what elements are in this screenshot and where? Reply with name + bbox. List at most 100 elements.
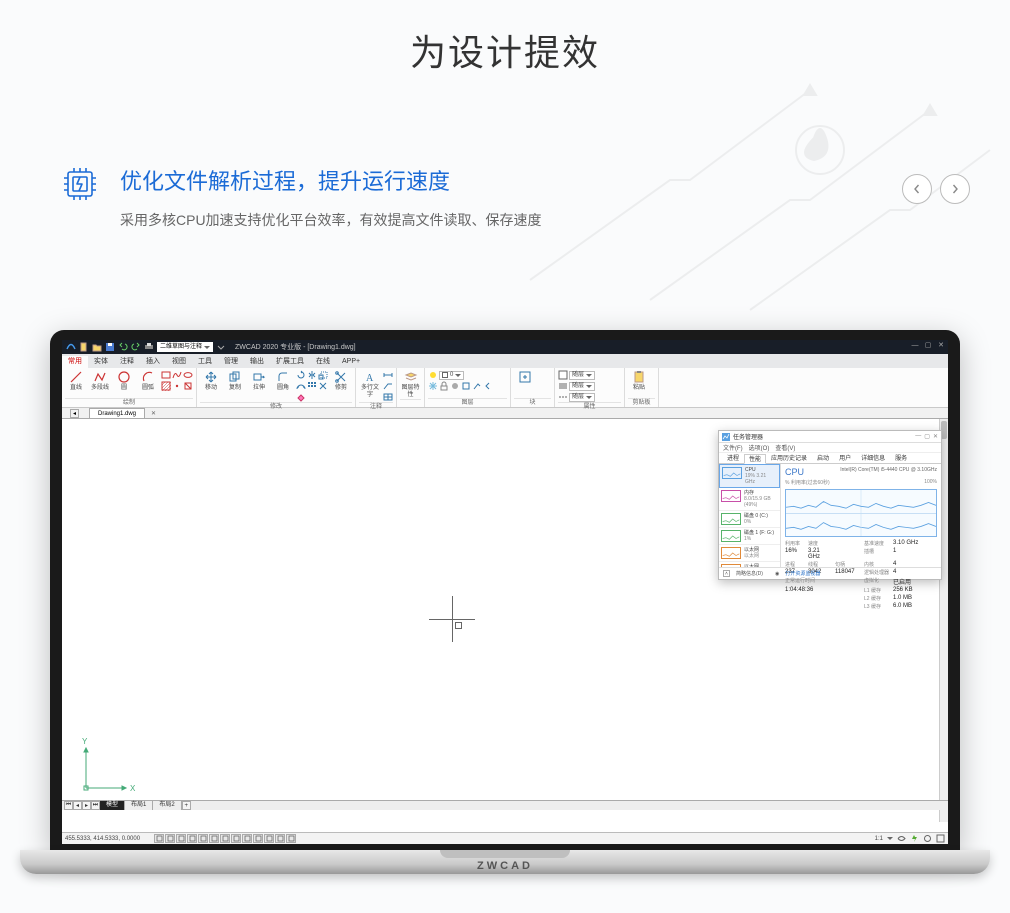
tool-layer-properties[interactable]: 图层特性 bbox=[400, 370, 421, 399]
tm-close-button[interactable]: ✕ bbox=[933, 433, 938, 440]
ribbon-tab[interactable]: 管理 bbox=[218, 356, 244, 368]
tab-nav-prev[interactable]: ◂ bbox=[73, 801, 82, 810]
model-tab[interactable]: 模型 bbox=[100, 801, 125, 810]
leader-icon[interactable] bbox=[383, 381, 393, 391]
status-toggle[interactable] bbox=[165, 834, 175, 843]
tool-region-icon[interactable] bbox=[183, 381, 193, 391]
taskmgr-titlebar[interactable]: 任务管理器 —▢✕ bbox=[719, 431, 941, 443]
tool-offset-icon[interactable] bbox=[296, 381, 306, 391]
ribbon-tab[interactable]: 扩展工具 bbox=[270, 356, 310, 368]
taskmgr-tab[interactable]: 用户 bbox=[834, 453, 856, 463]
redo-icon[interactable] bbox=[131, 342, 141, 352]
layout-tab[interactable]: 布局1 bbox=[125, 801, 153, 810]
status-toggle[interactable] bbox=[286, 834, 296, 843]
tab-nav-first[interactable]: ⏮ bbox=[64, 801, 73, 810]
tool-polyline[interactable]: 多段线 bbox=[89, 370, 111, 392]
anno-scale[interactable]: 1:1 bbox=[875, 836, 883, 842]
tool-mtext[interactable]: A多行文字 bbox=[359, 370, 381, 399]
layer-state-icon[interactable] bbox=[428, 370, 438, 380]
isolate-objects-icon[interactable] bbox=[923, 834, 932, 843]
save-icon[interactable] bbox=[105, 342, 115, 352]
taskmgr-menu-item[interactable]: 选项(O) bbox=[749, 443, 770, 452]
status-toggle[interactable] bbox=[220, 834, 230, 843]
ribbon-tab[interactable]: 输出 bbox=[244, 356, 270, 368]
taskmgr-tab[interactable]: 详细信息 bbox=[856, 453, 890, 463]
tool-ellipse-icon[interactable] bbox=[183, 370, 193, 380]
ribbon-tab[interactable]: 注释 bbox=[114, 356, 140, 368]
tab-nav-last[interactable]: ⏭ bbox=[91, 801, 100, 810]
open-folder-icon[interactable] bbox=[92, 342, 102, 352]
tool-move[interactable]: 移动 bbox=[200, 370, 222, 392]
taskmgr-tab[interactable]: 启动 bbox=[812, 453, 834, 463]
close-button[interactable]: ✕ bbox=[936, 340, 946, 350]
tab-nav-next[interactable]: ▸ bbox=[82, 801, 91, 810]
doc-tab-scroll-icon[interactable]: ◂ bbox=[70, 409, 79, 418]
fewer-details-icon[interactable]: ˄ bbox=[723, 570, 730, 577]
layer-match-icon[interactable] bbox=[472, 381, 482, 391]
ribbon-tab[interactable]: 视图 bbox=[166, 356, 192, 368]
tool-scale-icon[interactable] bbox=[318, 370, 328, 380]
add-layout-tab[interactable]: + bbox=[182, 801, 191, 810]
taskmgr-side-item[interactable]: 内存8.0/15.9 GB (49%) bbox=[719, 488, 780, 511]
tool-line[interactable]: 直线 bbox=[65, 370, 87, 392]
table-icon[interactable] bbox=[383, 392, 393, 402]
task-manager-window[interactable]: 任务管理器 —▢✕ 文件(F)选项(O)查看(V) 进程性能应用历史记录启动用户… bbox=[718, 430, 942, 580]
taskmgr-tab[interactable]: 服务 bbox=[890, 453, 912, 463]
layer-freeze-icon[interactable] bbox=[428, 381, 438, 391]
tm-minimize-button[interactable]: — bbox=[915, 433, 921, 440]
tool-arc[interactable]: 圆弧 bbox=[137, 370, 159, 392]
status-toggle[interactable] bbox=[242, 834, 252, 843]
carousel-prev-button[interactable] bbox=[902, 174, 932, 204]
status-toggle[interactable] bbox=[253, 834, 263, 843]
maximize-button[interactable]: ▢ bbox=[923, 340, 933, 350]
tool-insert-block[interactable] bbox=[514, 370, 536, 384]
taskmgr-side-item[interactable]: 磁盘 0 (C:)0% bbox=[719, 511, 780, 528]
status-toggle[interactable] bbox=[176, 834, 186, 843]
tool-erase-icon[interactable] bbox=[296, 392, 306, 402]
ribbon-tab[interactable]: 实体 bbox=[88, 356, 114, 368]
layer-off-icon[interactable] bbox=[450, 381, 460, 391]
linetype-icon[interactable] bbox=[558, 392, 568, 402]
lineweight-combo[interactable]: 随层 bbox=[569, 382, 595, 391]
status-toggle[interactable] bbox=[154, 834, 164, 843]
ribbon-tab[interactable]: 常用 bbox=[62, 356, 88, 368]
status-toggle[interactable] bbox=[275, 834, 285, 843]
tool-copy[interactable]: 复制 bbox=[224, 370, 246, 392]
layer-prev-icon[interactable] bbox=[483, 381, 493, 391]
tool-stretch[interactable]: 拉伸 bbox=[248, 370, 270, 392]
minimize-button[interactable]: — bbox=[910, 340, 920, 350]
lineweight-icon[interactable] bbox=[558, 381, 568, 391]
ribbon-tab[interactable]: 在线 bbox=[310, 356, 336, 368]
fewer-details-link[interactable]: 简略信息(D) bbox=[736, 570, 763, 577]
anno-visibility-icon[interactable] bbox=[897, 834, 906, 843]
ribbon-tab[interactable]: 插入 bbox=[140, 356, 166, 368]
dim-linear-icon[interactable] bbox=[383, 370, 393, 380]
taskmgr-tab[interactable]: 性能 bbox=[744, 454, 766, 464]
status-toggle[interactable] bbox=[264, 834, 274, 843]
ribbon-tab[interactable]: APP+ bbox=[336, 356, 366, 368]
tool-rotate-icon[interactable] bbox=[296, 370, 306, 380]
ribbon-tab[interactable]: 工具 bbox=[192, 356, 218, 368]
tool-rect-icon[interactable] bbox=[161, 370, 171, 380]
carousel-next-button[interactable] bbox=[940, 174, 970, 204]
tool-hatch-icon[interactable] bbox=[161, 381, 171, 391]
taskmgr-side-list[interactable]: CPU19% 3.21 GHz内存8.0/15.9 GB (49%)磁盘 0 (… bbox=[719, 464, 781, 567]
open-resmon-link[interactable]: 打开资源监视器 bbox=[785, 570, 820, 577]
status-toggle[interactable] bbox=[187, 834, 197, 843]
print-icon[interactable] bbox=[144, 342, 154, 352]
hardware-accel-icon[interactable] bbox=[910, 834, 919, 843]
workspace-combo[interactable]: 二维草图与注释 bbox=[157, 342, 213, 352]
tool-array-icon[interactable] bbox=[307, 381, 317, 391]
taskmgr-tab[interactable]: 应用历史记录 bbox=[766, 453, 812, 463]
clean-screen-icon[interactable] bbox=[936, 834, 945, 843]
layer-combo[interactable]: 0 bbox=[439, 371, 464, 380]
status-toggle[interactable] bbox=[209, 834, 219, 843]
taskmgr-tab[interactable]: 进程 bbox=[722, 453, 744, 463]
taskmgr-side-item[interactable]: CPU19% 3.21 GHz bbox=[719, 464, 780, 488]
tool-point-icon[interactable] bbox=[172, 381, 182, 391]
layout-tab[interactable]: 布局2 bbox=[153, 801, 181, 810]
linetype-combo[interactable]: 随层 bbox=[569, 393, 595, 402]
taskmgr-side-item[interactable]: 磁盘 1 (F: G:)1% bbox=[719, 528, 780, 545]
layer-isolate-icon[interactable] bbox=[461, 381, 471, 391]
status-toggle[interactable] bbox=[231, 834, 241, 843]
